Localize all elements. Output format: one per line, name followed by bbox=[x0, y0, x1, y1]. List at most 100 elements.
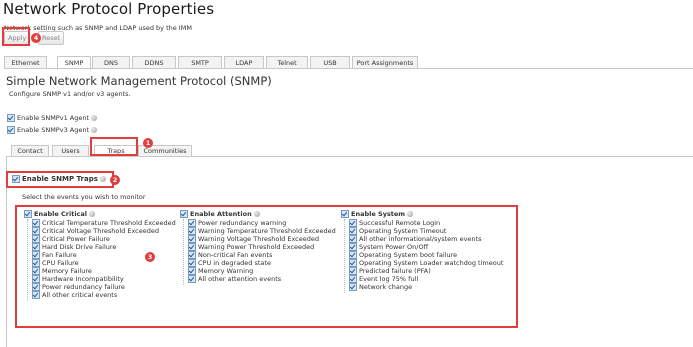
event-label: System Power On/Off bbox=[359, 243, 429, 251]
event-label: Network change bbox=[359, 283, 413, 291]
attention-header: Enable Attention bbox=[180, 210, 260, 218]
event-checkbox[interactable] bbox=[349, 275, 357, 283]
critical-label: Enable Critical bbox=[34, 210, 88, 218]
help-icon[interactable] bbox=[407, 211, 414, 217]
event-checkbox[interactable] bbox=[32, 251, 40, 259]
event-checkbox[interactable] bbox=[349, 283, 357, 291]
snmpv3-checkbox[interactable] bbox=[7, 126, 15, 134]
event-label: Warning Temperature Threshold Exceeded bbox=[198, 227, 336, 235]
event-checkbox[interactable] bbox=[188, 251, 196, 259]
event-label: Fan Failure bbox=[42, 251, 77, 259]
event-checkbox[interactable] bbox=[32, 235, 40, 243]
snmp-heading: Simple Network Management Protocol (SNMP… bbox=[6, 74, 272, 88]
list-item: Power redundancy failure bbox=[32, 283, 125, 291]
list-item: All other informational/system events bbox=[349, 235, 481, 243]
list-item: Hardware Incompatibility bbox=[32, 275, 124, 283]
tree-line bbox=[27, 219, 28, 301]
snmp-description: Configure SNMP v1 and/or v3 agents. bbox=[9, 90, 131, 98]
system-label: Enable System bbox=[351, 210, 406, 218]
list-item: All other critical events bbox=[32, 291, 117, 299]
enable-traps-label: Enable SNMP Traps bbox=[22, 175, 98, 183]
callout-badge-2: 2 bbox=[110, 175, 120, 185]
event-label: All other critical events bbox=[42, 291, 118, 299]
list-item: Non-critical Fan events bbox=[188, 251, 272, 259]
event-checkbox[interactable] bbox=[32, 275, 40, 283]
snmpv3-row: Enable SNMPv3 Agent bbox=[7, 126, 98, 135]
event-checkbox[interactable] bbox=[349, 259, 357, 267]
list-item: Power redundancy warning bbox=[188, 219, 286, 227]
event-checkbox[interactable] bbox=[188, 259, 196, 267]
critical-checkbox[interactable] bbox=[24, 210, 32, 218]
event-checkbox[interactable] bbox=[32, 227, 40, 235]
event-checkbox[interactable] bbox=[188, 267, 196, 275]
system-checkbox[interactable] bbox=[341, 210, 349, 218]
event-checkbox[interactable] bbox=[349, 219, 357, 227]
event-checkbox[interactable] bbox=[32, 259, 40, 267]
event-label: Critical Temperature Threshold Exceeded bbox=[42, 219, 176, 227]
list-item: Warning Temperature Threshold Exceeded bbox=[188, 227, 336, 235]
page-title: Network Protocol Properties bbox=[3, 0, 215, 18]
event-checkbox[interactable] bbox=[349, 243, 357, 251]
enable-traps-checkbox[interactable] bbox=[12, 175, 20, 183]
event-label: Successful Remote Login bbox=[359, 219, 441, 227]
list-item: CPU Failure bbox=[32, 259, 79, 267]
list-item: Warning Power Threshold Exceeded bbox=[188, 243, 314, 251]
list-item: Operating System Loader watchdog timeout bbox=[349, 259, 503, 267]
event-checkbox[interactable] bbox=[32, 283, 40, 291]
help-icon[interactable] bbox=[89, 211, 96, 217]
callout-badge-3: 3 bbox=[145, 252, 155, 262]
tree-line bbox=[344, 219, 345, 293]
event-label: Event log 75% full bbox=[359, 275, 419, 283]
event-checkbox[interactable] bbox=[188, 243, 196, 251]
event-checkbox[interactable] bbox=[349, 227, 357, 235]
event-checkbox[interactable] bbox=[32, 267, 40, 275]
event-label: Operating System Loader watchdog timeout bbox=[359, 259, 504, 267]
event-label: Warning Power Threshold Exceeded bbox=[198, 243, 315, 251]
event-checkbox[interactable] bbox=[32, 219, 40, 227]
list-item: Predicted failure (PFA) bbox=[349, 267, 431, 275]
event-label: Critical Power Failure bbox=[42, 235, 110, 243]
snmpv1-checkbox[interactable] bbox=[7, 114, 15, 122]
event-label: Power redundancy failure bbox=[42, 283, 125, 291]
attention-checkbox[interactable] bbox=[180, 210, 188, 218]
event-checkbox[interactable] bbox=[349, 235, 357, 243]
help-icon[interactable] bbox=[99, 176, 106, 182]
list-item: Warning Voltage Threshold Exceeded bbox=[188, 235, 319, 243]
reset-button[interactable]: Reset bbox=[38, 31, 65, 45]
event-checkbox[interactable] bbox=[188, 219, 196, 227]
help-icon[interactable] bbox=[253, 211, 260, 217]
event-checkbox[interactable] bbox=[32, 243, 40, 251]
event-label: Warning Voltage Threshold Exceeded bbox=[198, 235, 319, 243]
tree-line bbox=[183, 219, 184, 285]
snmpv1-row: Enable SNMPv1 Agent bbox=[7, 114, 98, 123]
event-checkbox[interactable] bbox=[188, 275, 196, 283]
event-checkbox[interactable] bbox=[188, 235, 196, 243]
event-label: CPU in degraded state bbox=[198, 259, 271, 267]
event-label: Non-critical Fan events bbox=[198, 251, 273, 259]
list-item: Critical Temperature Threshold Exceeded bbox=[32, 219, 176, 227]
help-icon[interactable] bbox=[91, 127, 98, 133]
highlight-traps-tab bbox=[90, 137, 138, 156]
event-checkbox[interactable] bbox=[349, 251, 357, 259]
event-label: Hardware Incompatibility bbox=[42, 275, 124, 283]
callout-badge-4: 4 bbox=[31, 33, 41, 43]
event-checkbox[interactable] bbox=[349, 267, 357, 275]
event-label: All other attention events bbox=[198, 275, 282, 283]
list-item: Operating System boot failure bbox=[349, 251, 457, 259]
list-item: Network change bbox=[349, 283, 412, 291]
event-label: Operating System boot failure bbox=[359, 251, 458, 259]
list-item: Event log 75% full bbox=[349, 275, 418, 283]
critical-header: Enable Critical bbox=[24, 210, 96, 218]
list-item: Fan Failure bbox=[32, 251, 77, 259]
list-item: Critical Power Failure bbox=[32, 235, 110, 243]
event-label: Critical Voltage Threshold Exceeded bbox=[42, 227, 160, 235]
tab-divider bbox=[4, 68, 693, 69]
event-checkbox[interactable] bbox=[188, 227, 196, 235]
help-icon[interactable] bbox=[91, 115, 98, 121]
list-item: Operating System Timeout bbox=[349, 227, 446, 235]
event-checkbox[interactable] bbox=[32, 291, 40, 299]
list-item: Hard Disk Drive Failure bbox=[32, 243, 116, 251]
callout-badge-1: 1 bbox=[143, 138, 153, 148]
list-item: All other attention events bbox=[188, 275, 281, 283]
enable-traps-row: Enable SNMP Traps bbox=[12, 175, 106, 184]
